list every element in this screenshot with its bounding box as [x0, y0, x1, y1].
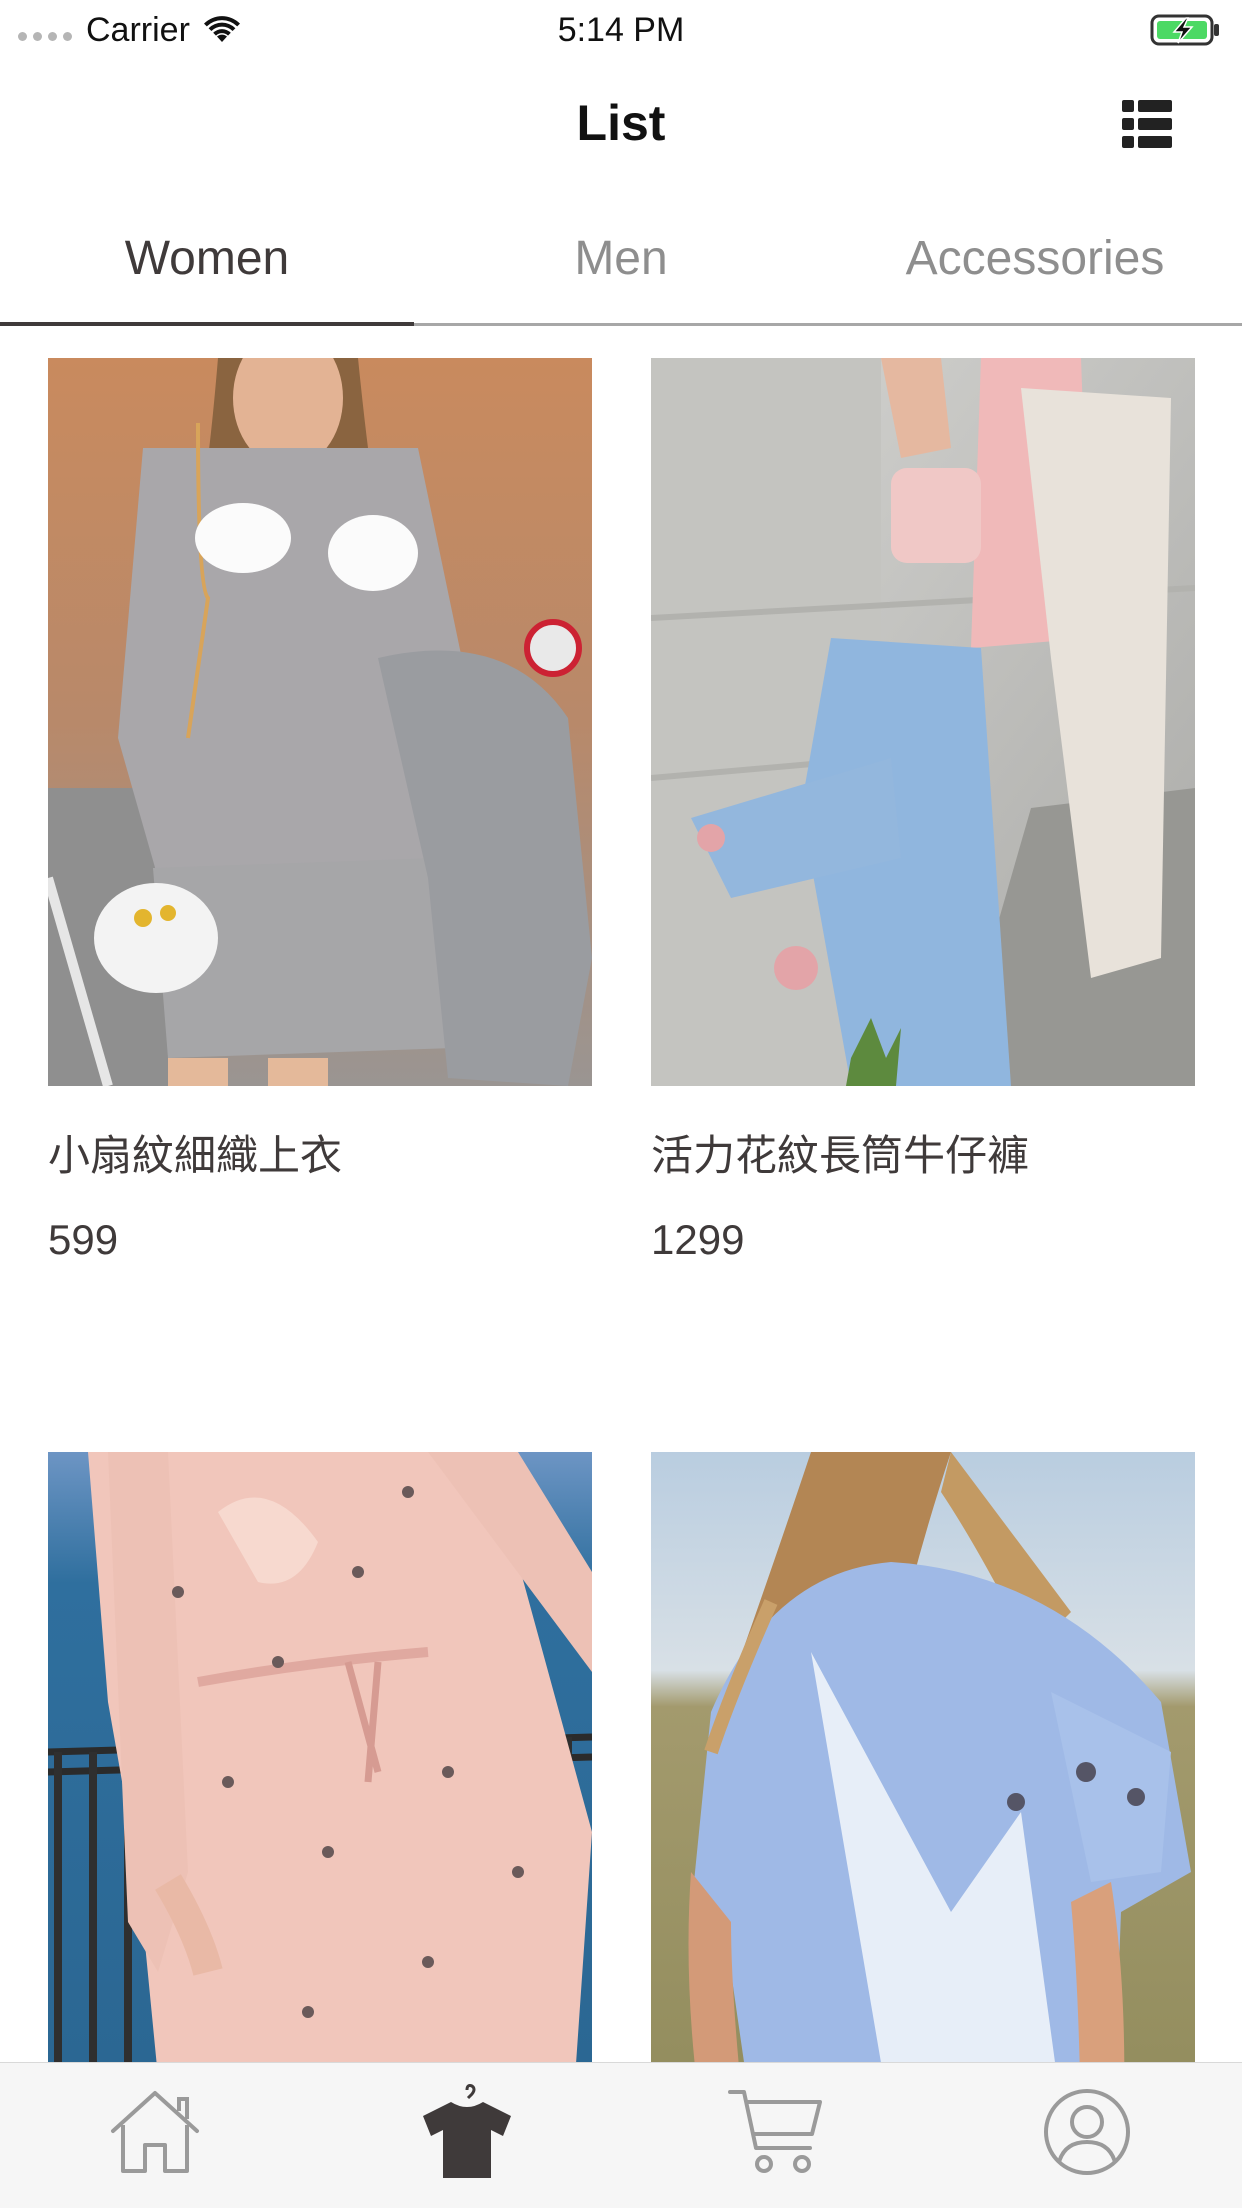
status-time: 5:14 PM	[557, 11, 685, 49]
tab-home[interactable]	[100, 2077, 210, 2187]
tab-women[interactable]: Women	[0, 192, 414, 326]
product-card[interactable]	[651, 1452, 1195, 2062]
tab-accessories[interactable]: Accessories	[828, 192, 1242, 323]
list-view-icon[interactable]	[1122, 98, 1172, 150]
product-name: 小扇紋細織上衣	[48, 1131, 343, 1180]
product-card[interactable]: 活力花紋長筒牛仔褲 1299	[651, 358, 1195, 1268]
tshirt-icon	[423, 2084, 511, 2178]
profile-icon	[1044, 2089, 1130, 2175]
product-image[interactable]	[48, 358, 592, 1086]
product-card[interactable]	[48, 1452, 592, 2062]
product-image[interactable]	[48, 1452, 592, 2062]
category-tabs: Women Men Accessories	[0, 192, 1242, 326]
product-name: 活力花紋長筒牛仔褲	[651, 1131, 1030, 1180]
bottom-tab-bar	[0, 2062, 1242, 2208]
product-price: 599	[48, 1216, 119, 1263]
product-grid: 小扇紋細織上衣 599 活力花紋長筒牛仔褲 1299	[0, 326, 1242, 2062]
nav-bar: List	[0, 60, 1242, 192]
product-card[interactable]: 小扇紋細織上衣 599	[48, 358, 592, 1268]
tab-catalog[interactable]	[412, 2077, 522, 2187]
status-bar: Carrier 5:14 PM	[0, 0, 1242, 60]
page-title: List	[576, 95, 666, 151]
product-image[interactable]	[651, 1452, 1195, 2062]
tab-men[interactable]: Men	[414, 192, 828, 323]
cart-icon	[728, 2090, 822, 2173]
product-image[interactable]	[651, 358, 1195, 1086]
home-icon	[111, 2091, 199, 2173]
battery-charging-icon	[1150, 14, 1219, 46]
tab-cart[interactable]	[721, 2077, 831, 2187]
product-price: 1299	[651, 1216, 745, 1263]
screen: Carrier 5:14 PM List Women Men Accessori…	[0, 0, 1242, 2208]
tab-profile[interactable]	[1032, 2077, 1142, 2187]
